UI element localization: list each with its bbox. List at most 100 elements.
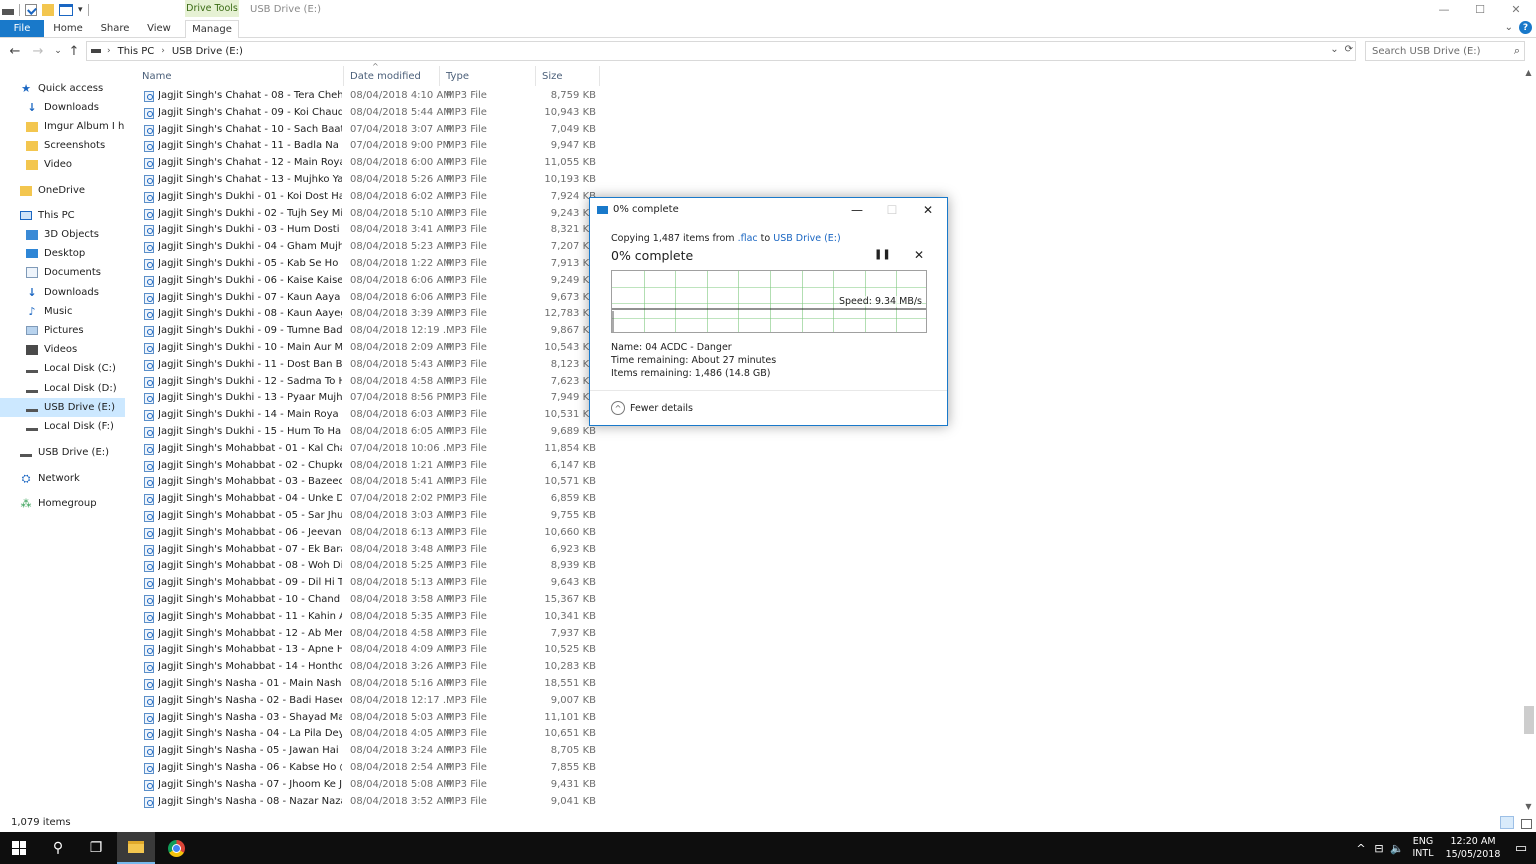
sidebar-item[interactable]: Local Disk (F:)	[0, 417, 125, 436]
help-icon[interactable]: ?	[1519, 21, 1532, 34]
minimize-button[interactable]: —	[1426, 0, 1462, 18]
action-center-icon[interactable]: ▭	[1506, 841, 1536, 856]
up-button[interactable]: ↑	[65, 42, 83, 60]
sidebar-item[interactable]: Local Disk (C:)	[0, 359, 125, 378]
file-row[interactable]: Jagjit Singh's Mohabbat - 03 - Bazeecha-…	[138, 474, 600, 491]
sidebar-item[interactable]: Video	[0, 155, 125, 174]
sidebar-item[interactable]: 3D Objects	[0, 225, 125, 244]
search-button[interactable]: ⚲	[39, 832, 77, 864]
file-row[interactable]: Jagjit Singh's Mohabbat - 10 - Chand Ke …	[138, 592, 600, 609]
file-row[interactable]: Jagjit Singh's Nasha - 05 - Jawan Hai Ra…	[138, 743, 600, 760]
breadcrumb-separator[interactable]: ›	[161, 46, 165, 56]
column-header-date-modified[interactable]: Date modified	[344, 66, 440, 86]
sidebar-item[interactable]: ↓ Downloads	[0, 98, 125, 117]
refresh-icon[interactable]: ⟳	[1345, 44, 1353, 55]
tab-home[interactable]: Home	[47, 20, 89, 37]
file-row[interactable]: Jagjit Singh's Chahat - 13 - Mujhko Yaqe…	[138, 172, 600, 189]
clock[interactable]: 12:20 AM 15/05/2018	[1440, 835, 1506, 861]
large-icons-view-button[interactable]	[1518, 816, 1532, 829]
sidebar-item[interactable]: ↓ Downloads	[0, 283, 125, 302]
file-row[interactable]: Jagjit Singh's Dukhi - 12 - Sadma To Hai…	[138, 374, 600, 391]
sidebar-item[interactable]: USB Drive (E:)	[0, 398, 125, 417]
sidebar-item[interactable]: ♪ Music	[0, 302, 125, 321]
scroll-up-arrow[interactable]: ▲	[1524, 68, 1533, 78]
tab-view[interactable]: View	[140, 20, 178, 37]
breadcrumb-usb-drive[interactable]: USB Drive (E:)	[172, 46, 243, 57]
forward-button[interactable]: →	[29, 42, 47, 60]
file-row[interactable]: Jagjit Singh's Mohabbat - 14 - Honthon S…	[138, 659, 600, 676]
new-folder-icon[interactable]	[42, 4, 54, 16]
details-view-button[interactable]	[1500, 816, 1514, 829]
sidebar-item[interactable]: Videos	[0, 340, 125, 359]
vertical-scrollbar[interactable]: ▲ ▼	[1521, 66, 1536, 816]
sidebar-item[interactable]: Screenshots	[0, 136, 125, 155]
file-row[interactable]: Jagjit Singh's Mohabbat - 12 - Ab Mere P…	[138, 626, 600, 643]
sidebar-item[interactable]: ⛭ Network	[0, 469, 125, 488]
file-row[interactable]: Jagjit Singh's Dukhi - 02 - Tujh Sey Mil…	[138, 206, 600, 223]
file-row[interactable]: Jagjit Singh's Mohabbat - 04 - Unke Dekh…	[138, 491, 600, 508]
file-row[interactable]: Jagjit Singh's Dukhi - 15 - Hum To Hain …	[138, 424, 600, 441]
file-row[interactable]: Jagjit Singh's Nasha - 03 - Shayad Main …	[138, 710, 600, 727]
file-row[interactable]: Jagjit Singh's Mohabbat - 01 - Kal Chaud…	[138, 441, 600, 458]
file-row[interactable]: Jagjit Singh's Mohabbat - 06 - Jeevan Ky…	[138, 525, 600, 542]
column-header-size[interactable]: Size	[536, 66, 600, 86]
breadcrumb-this-pc[interactable]: This PC	[118, 46, 155, 57]
file-row[interactable]: Jagjit Singh's Nasha - 02 - Badi Haseen …	[138, 693, 600, 710]
network-status-icon[interactable]: ⊟	[1370, 842, 1388, 855]
file-row[interactable]: Jagjit Singh's Chahat - 10 - Sach Baat @…	[138, 122, 600, 139]
cancel-copy-button[interactable]: ✕	[911, 248, 927, 262]
breadcrumb-separator[interactable]: ›	[107, 46, 111, 56]
sidebar-item[interactable]: ⁂ Homegroup	[0, 494, 125, 513]
file-row[interactable]: Jagjit Singh's Mohabbat - 05 - Sar Jhuka…	[138, 508, 600, 525]
scrollbar-thumb[interactable]	[1524, 706, 1534, 735]
file-row[interactable]: Jagjit Singh's Mohabbat - 09 - Dil Hi To…	[138, 575, 600, 592]
sidebar-item[interactable]: USB Drive (E:)	[0, 443, 125, 462]
expand-ribbon-icon[interactable]: ⌄	[1505, 22, 1513, 33]
file-row[interactable]: Jagjit Singh's Dukhi - 13 - Pyaar Mujhse…	[138, 390, 600, 407]
file-row[interactable]: Jagjit Singh's Mohabbat - 13 - Apne Hon.…	[138, 642, 600, 659]
pause-button[interactable]: ❚❚	[874, 249, 891, 263]
tab-file[interactable]: File	[0, 20, 44, 37]
volume-icon[interactable]: 🔈	[1388, 842, 1406, 855]
tab-manage[interactable]: Manage	[185, 20, 239, 38]
file-row[interactable]: Jagjit Singh's Dukhi - 04 - Gham Mujhe .…	[138, 239, 600, 256]
maximize-button[interactable]: ☐	[1462, 0, 1498, 18]
address-dropdown-icon[interactable]: ⌄	[1330, 44, 1338, 55]
file-row[interactable]: Jagjit Singh's Dukhi - 07 - Kaun Aaya @ …	[138, 290, 600, 307]
input-language-indicator[interactable]: ENG INTL	[1406, 836, 1440, 860]
file-row[interactable]: Jagjit Singh's Dukhi - 10 - Main Aur Mer…	[138, 340, 600, 357]
sidebar-item[interactable]: Documents	[0, 263, 125, 282]
tab-share[interactable]: Share	[94, 20, 136, 37]
chrome-taskbar-button[interactable]	[157, 832, 195, 864]
back-button[interactable]: ←	[6, 42, 24, 60]
destination-link[interactable]: USB Drive (E:)	[773, 233, 840, 244]
file-row[interactable]: Jagjit Singh's Chahat - 08 - Tera Chehra…	[138, 88, 600, 105]
file-row[interactable]: Jagjit Singh's Dukhi - 03 - Hum Dosti Eh…	[138, 222, 600, 239]
sidebar-item[interactable]: Desktop	[0, 244, 125, 263]
address-bar[interactable]: › This PC › USB Drive (E:) ⌄ ⟳	[86, 41, 1356, 61]
file-row[interactable]: Jagjit Singh's Mohabbat - 02 - Chupke C.…	[138, 458, 600, 475]
file-row[interactable]: Jagjit Singh's Chahat - 09 - Koi Chaudhv…	[138, 105, 600, 122]
file-row[interactable]: Jagjit Singh's Chahat - 12 - Main Roya P…	[138, 155, 600, 172]
file-row[interactable]: Jagjit Singh's Nasha - 04 - La Pila Dey …	[138, 726, 600, 743]
file-row[interactable]: Jagjit Singh's Nasha - 07 - Jhoom Ke Jab…	[138, 777, 600, 794]
file-row[interactable]: Jagjit Singh's Dukhi - 01 - Koi Dost Hai…	[138, 189, 600, 206]
sidebar-item[interactable]: Imgur Album I hav	[0, 117, 125, 136]
sidebar-item[interactable]: This PC	[0, 206, 125, 225]
close-button[interactable]: ✕	[1498, 0, 1534, 18]
file-row[interactable]: Jagjit Singh's Nasha - 06 - Kabse Ho @ S…	[138, 760, 600, 777]
column-header-type[interactable]: Type	[440, 66, 536, 86]
search-icon[interactable]: ⌕	[1514, 44, 1520, 58]
window-icon[interactable]	[59, 4, 73, 16]
fewer-details-button[interactable]: ^ Fewer details	[611, 401, 693, 415]
dialog-minimize-button[interactable]: —	[840, 200, 874, 220]
search-input[interactable]: Search USB Drive (E:) ⌕	[1365, 41, 1525, 61]
scroll-down-arrow[interactable]: ▼	[1524, 802, 1533, 812]
sidebar-item[interactable]: Local Disk (D:)	[0, 379, 125, 398]
file-row[interactable]: Jagjit Singh's Dukhi - 09 - Tumne Badle …	[138, 323, 600, 340]
file-row[interactable]: Jagjit Singh's Dukhi - 08 - Kaun Aayega …	[138, 306, 600, 323]
sidebar-item[interactable]: Pictures	[0, 321, 125, 340]
drive-icon[interactable]	[2, 9, 14, 15]
start-button[interactable]	[0, 832, 38, 864]
show-hidden-icons-icon[interactable]: ^	[1352, 842, 1370, 855]
